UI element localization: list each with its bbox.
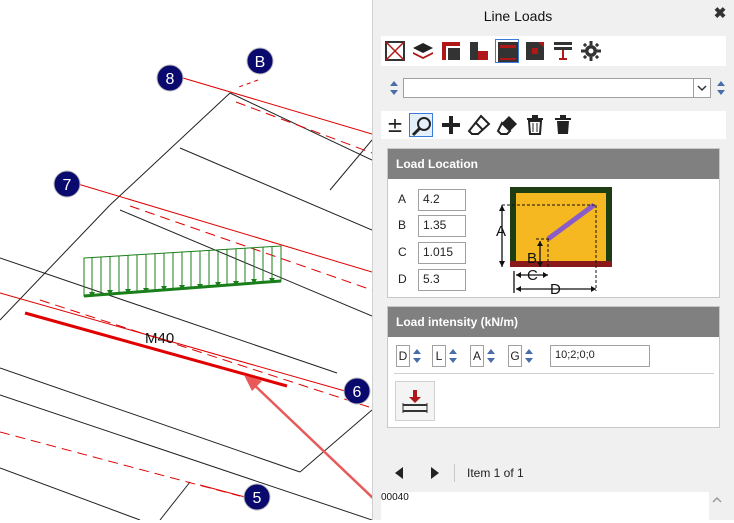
svg-text:B: B	[255, 54, 266, 71]
model-canvas[interactable]: M40 8 B 7 6 5	[0, 0, 376, 521]
a-load-label: A	[470, 345, 484, 367]
grid-bubble-b[interactable]: B	[246, 47, 274, 75]
field-d-label: D	[398, 272, 407, 286]
beam-section-icon[interactable]	[439, 39, 463, 63]
member-m40[interactable]	[24, 311, 288, 388]
divider	[394, 373, 714, 374]
load-combo-box[interactable]	[403, 78, 711, 98]
g-load-label: G	[508, 345, 522, 367]
edit-toolbar: ±	[381, 111, 726, 139]
eraser-icon[interactable]	[467, 113, 491, 137]
slab-load-icon[interactable]	[495, 39, 519, 63]
plus-minus-icon[interactable]: ±	[383, 113, 407, 137]
settings-gear-icon[interactable]	[579, 39, 603, 63]
svg-text:±: ±	[387, 113, 404, 137]
load-intensity-group: Load intensity (kN/m) D L A G 10;2;0;0	[387, 306, 720, 428]
member-label: M40	[145, 330, 174, 347]
load-case-row: D L A G 10;2;0;0	[396, 345, 716, 367]
trash-icon[interactable]	[523, 113, 547, 137]
load-location-group: Load Location A 4.2 B 1.35 C 1.015 D 5.3	[387, 148, 720, 298]
trash-fill-icon[interactable]	[551, 113, 575, 137]
eraser-fill-icon[interactable]	[495, 113, 519, 137]
line-loads-panel: Line Loads ✖ ± Load Location A 4.2 B 1.3…	[372, 0, 734, 520]
field-a-input[interactable]: 4.2	[418, 189, 466, 211]
prev-next-spinner[interactable]	[389, 77, 399, 99]
grid-bubble-5[interactable]: 5	[243, 483, 271, 511]
item-counter: Item 1 of 1	[467, 466, 524, 480]
wall-load-icon[interactable]	[551, 39, 575, 63]
grid-bubble-8[interactable]: 8	[156, 64, 184, 92]
slab-edges	[0, 92, 373, 521]
line-load-graphic[interactable]	[83, 245, 282, 298]
layers-icon[interactable]	[411, 39, 435, 63]
svg-text:5: 5	[253, 490, 262, 507]
live-load-spinner[interactable]	[448, 345, 458, 367]
apply-load-icon	[402, 390, 428, 413]
combo-spinner[interactable]	[716, 77, 726, 99]
load-selector-row	[381, 76, 726, 100]
grid-bubble-6[interactable]: 6	[343, 377, 371, 405]
svg-text:C: C	[527, 267, 538, 284]
field-c-input[interactable]: 1.015	[418, 242, 466, 264]
chevron-down-icon[interactable]	[693, 79, 710, 97]
load-location-diagram: A B C D	[496, 187, 612, 295]
a-load-spinner[interactable]	[486, 345, 496, 367]
structural-model-view[interactable]: M40 8 B 7 6 5	[0, 0, 376, 521]
field-d-input[interactable]: 5.3	[418, 269, 466, 291]
column-load-icon[interactable]	[523, 39, 547, 63]
g-load-spinner[interactable]	[524, 345, 534, 367]
svg-text:B: B	[527, 250, 537, 267]
notes-scrollbar[interactable]	[709, 492, 725, 520]
load-values-input[interactable]: 10;2;0;0	[550, 345, 650, 367]
load-intensity-header: Load intensity (kN/m)	[388, 307, 719, 337]
grid-bubble-7[interactable]: 7	[53, 170, 81, 198]
nav-separator	[454, 464, 455, 482]
apply-load-button[interactable]	[395, 381, 435, 421]
dead-load-label: D	[396, 345, 410, 367]
svg-text:6: 6	[353, 384, 362, 401]
scroll-up-icon[interactable]	[709, 492, 725, 508]
dead-load-spinner[interactable]	[412, 345, 422, 367]
next-item-icon[interactable]	[427, 465, 441, 481]
notes-area[interactable]	[381, 492, 709, 520]
svg-text:D: D	[550, 281, 561, 295]
panel-title: Line Loads	[483, 8, 553, 24]
add-icon[interactable]	[439, 113, 463, 137]
element-code: 00040	[381, 492, 409, 503]
field-b-label: B	[398, 218, 407, 232]
svg-text:8: 8	[166, 71, 175, 88]
load-location-header: Load Location	[388, 149, 719, 179]
prev-item-icon[interactable]	[393, 465, 407, 481]
item-navigator: Item 1 of 1	[391, 462, 591, 484]
close-icon[interactable]: ✖	[712, 6, 728, 22]
l-shape-icon[interactable]	[467, 39, 491, 63]
element-type-toolbar	[381, 36, 726, 66]
field-c-label: C	[398, 245, 407, 259]
element-grid-icon[interactable]	[383, 39, 407, 63]
live-load-label: L	[432, 345, 446, 367]
svg-text:7: 7	[63, 177, 72, 194]
zoom-icon[interactable]	[409, 113, 433, 137]
svg-text:A: A	[496, 223, 506, 240]
field-a-label: A	[398, 192, 407, 206]
field-b-input[interactable]: 1.35	[418, 215, 466, 237]
